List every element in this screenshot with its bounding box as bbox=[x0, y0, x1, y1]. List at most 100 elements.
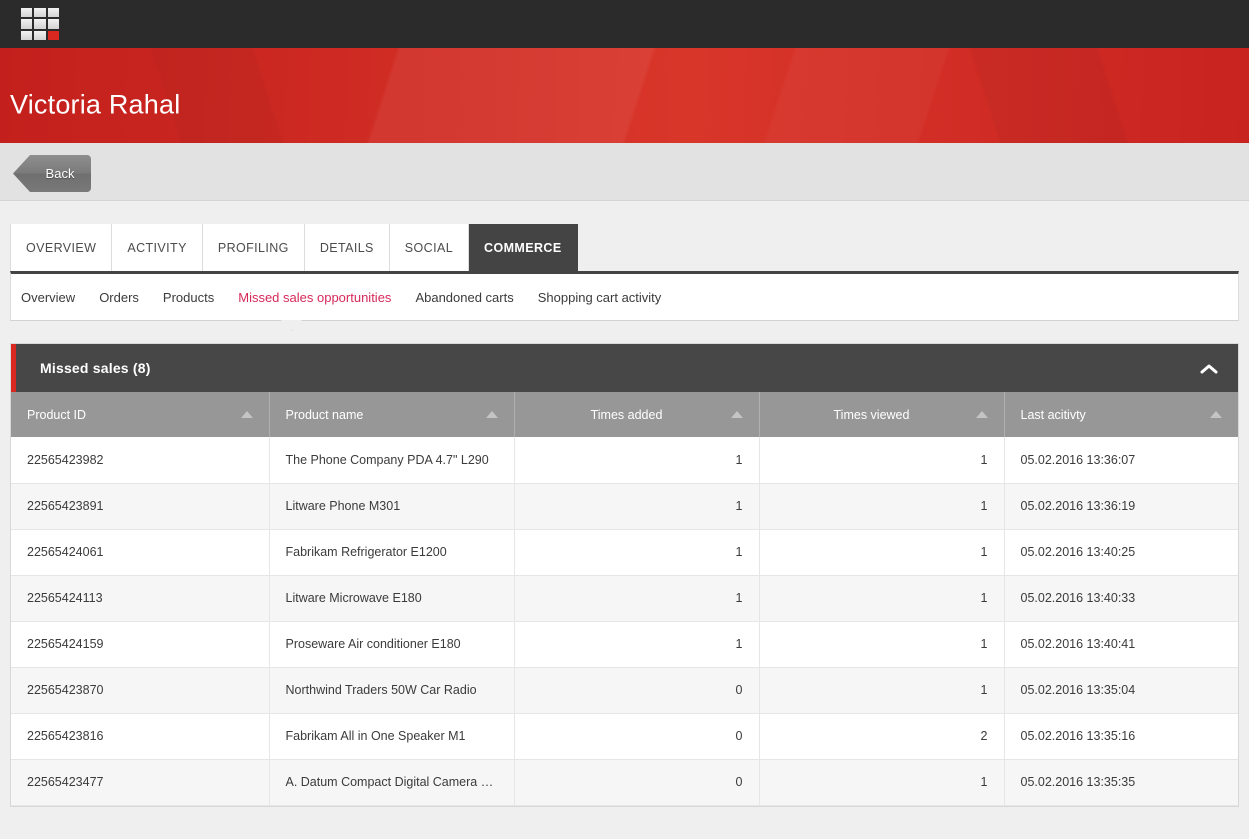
logo-cell bbox=[21, 30, 33, 40]
cell-product-name: Litware Microwave E180 bbox=[269, 575, 515, 622]
logo-cell bbox=[21, 19, 33, 29]
back-toolbar: Back bbox=[0, 143, 1249, 201]
column-header-times-added[interactable]: Times added bbox=[514, 392, 760, 437]
table-header-row: Product ID Product name Times added Times v… bbox=[11, 392, 1238, 437]
panel-title: Missed sales (8) bbox=[40, 360, 151, 376]
app-grid-logo[interactable] bbox=[21, 8, 59, 40]
cell-product-name: The Phone Company PDA 4.7" L290 bbox=[269, 437, 515, 484]
page-title: Victoria Rahal bbox=[10, 89, 181, 120]
table-row[interactable]: 22565423816 Fabrikam All in One Speaker M… bbox=[11, 713, 1238, 760]
sort-ascending-icon[interactable] bbox=[485, 411, 498, 418]
missed-sales-panel: Missed sales (8) Product ID Product name T… bbox=[10, 343, 1239, 807]
cell-times-added: 1 bbox=[514, 483, 760, 530]
cell-last-activity: 05.02.2016 13:40:25 bbox=[1004, 529, 1238, 576]
logo-cell bbox=[34, 30, 46, 40]
cell-times-viewed: 1 bbox=[759, 483, 1005, 530]
cell-product-name: A. Datum Compact Digital Camera … bbox=[269, 759, 515, 806]
tabs-region: OVERVIEW ACTIVITY PROFILING DETAILS SOCIAL CO… bbox=[0, 201, 1249, 331]
column-header-product-name[interactable]: Product name bbox=[269, 392, 515, 437]
tab-commerce[interactable]: COMMERCE bbox=[469, 224, 578, 271]
column-header-label: Times viewed bbox=[833, 407, 910, 422]
panel-header[interactable]: Missed sales (8) bbox=[11, 344, 1238, 392]
tab-bar: OVERVIEW ACTIVITY PROFILING DETAILS SOCIAL CO… bbox=[10, 224, 1239, 271]
cell-product-id: 22565423982 bbox=[11, 437, 270, 484]
cell-last-activity: 05.02.2016 13:35:16 bbox=[1004, 713, 1238, 760]
cell-last-activity: 05.02.2016 13:35:35 bbox=[1004, 759, 1238, 806]
subnav-item-orders[interactable]: Orders bbox=[99, 290, 139, 305]
page-banner: Victoria Rahal DASHBOARD > Contact bbox=[0, 48, 1249, 143]
subnav-item-shopping-cart-activity[interactable]: Shopping cart activity bbox=[538, 290, 662, 305]
sort-ascending-icon[interactable] bbox=[1210, 411, 1222, 418]
banner-pattern bbox=[0, 48, 1249, 143]
subnav-item-missed-sales-opportunities[interactable]: Missed sales opportunities bbox=[238, 290, 391, 305]
column-header-product-id[interactable]: Product ID bbox=[11, 392, 270, 437]
logo-cell bbox=[47, 19, 59, 29]
cell-product-name: Fabrikam Refrigerator E1200 bbox=[269, 529, 515, 576]
cell-product-name: Fabrikam All in One Speaker M1 bbox=[269, 713, 515, 760]
cell-product-id: 22565424159 bbox=[11, 621, 270, 668]
subnav-item-products[interactable]: Products bbox=[163, 290, 214, 305]
logo-cell-accent bbox=[47, 30, 59, 40]
cell-times-added: 1 bbox=[514, 529, 760, 576]
cell-product-id: 22565424113 bbox=[11, 575, 270, 622]
cell-times-added: 0 bbox=[514, 667, 760, 714]
cell-product-name: Proseware Air conditioner E180 bbox=[269, 621, 515, 668]
back-button[interactable]: Back bbox=[13, 155, 91, 192]
active-subnav-pointer-icon bbox=[281, 320, 302, 331]
cell-times-viewed: 1 bbox=[759, 621, 1005, 668]
cell-times-viewed: 1 bbox=[759, 437, 1005, 484]
sort-ascending-icon[interactable] bbox=[730, 411, 743, 418]
table-row[interactable]: 22565423870 Northwind Traders 50W Car Rad… bbox=[11, 667, 1238, 714]
cell-last-activity: 05.02.2016 13:36:19 bbox=[1004, 483, 1238, 530]
logo-cell bbox=[34, 19, 46, 29]
column-header-label: Times added bbox=[590, 407, 663, 422]
table-row[interactable]: 22565423891 Litware Phone M301 1 1 05.02.201… bbox=[11, 483, 1238, 530]
table-header: Product ID Product name Times added Times v… bbox=[11, 392, 1238, 437]
table-row[interactable]: 22565424061 Fabrikam Refrigerator E1200 1 1… bbox=[11, 529, 1238, 576]
cell-times-added: 1 bbox=[514, 575, 760, 622]
column-header-label: Last acitivty bbox=[1020, 407, 1086, 422]
cell-times-added: 0 bbox=[514, 713, 760, 760]
cell-times-added: 0 bbox=[514, 759, 760, 806]
cell-product-id: 22565423477 bbox=[11, 759, 270, 806]
cell-last-activity: 05.02.2016 13:36:07 bbox=[1004, 437, 1238, 484]
cell-times-viewed: 1 bbox=[759, 575, 1005, 622]
sort-ascending-icon[interactable] bbox=[240, 411, 253, 418]
cell-times-viewed: 1 bbox=[759, 529, 1005, 576]
cell-times-viewed: 2 bbox=[759, 713, 1005, 760]
tab-social[interactable]: SOCIAL bbox=[389, 224, 470, 271]
cell-product-id: 22565423870 bbox=[11, 667, 270, 714]
cell-times-added: 1 bbox=[514, 621, 760, 668]
logo-cell bbox=[21, 8, 33, 18]
top-bar bbox=[0, 0, 1249, 48]
subnav-item-abandoned-carts[interactable]: Abandoned carts bbox=[415, 290, 513, 305]
table-row[interactable]: 22565424159 Proseware Air conditioner E18… bbox=[11, 621, 1238, 668]
column-header-times-viewed[interactable]: Times viewed bbox=[759, 392, 1005, 437]
tab-overview[interactable]: OVERVIEW bbox=[10, 224, 113, 271]
chevron-up-icon[interactable] bbox=[1198, 357, 1220, 379]
logo-cell bbox=[34, 8, 46, 18]
tab-profiling[interactable]: PROFILING bbox=[202, 224, 305, 271]
cell-last-activity: 05.02.2016 13:35:04 bbox=[1004, 667, 1238, 714]
cell-product-name: Northwind Traders 50W Car Radio bbox=[269, 667, 515, 714]
tab-activity[interactable]: ACTIVITY bbox=[112, 224, 203, 271]
column-header-last-acitivty[interactable]: Last acitivty bbox=[1004, 392, 1238, 437]
table-row[interactable]: 22565423477 A. Datum Compact Digital Came… bbox=[11, 759, 1238, 806]
column-header-label: Product name bbox=[285, 407, 364, 422]
cell-last-activity: 05.02.2016 13:40:33 bbox=[1004, 575, 1238, 622]
sort-ascending-icon[interactable] bbox=[975, 411, 988, 418]
cell-product-name: Litware Phone M301 bbox=[269, 483, 515, 530]
logo-cell bbox=[47, 8, 59, 18]
cell-times-viewed: 1 bbox=[759, 667, 1005, 714]
subnav-item-overview[interactable]: Overview bbox=[21, 290, 75, 305]
table-row[interactable]: 22565423982 The Phone Company PDA 4.7" L2… bbox=[11, 437, 1238, 484]
sub-navigation-bar: Overview Orders Products Missed sales oppor… bbox=[10, 271, 1239, 331]
table-row[interactable]: 22565424113 Litware Microwave E180 1 1 05.02… bbox=[11, 575, 1238, 622]
tab-details[interactable]: DETAILS bbox=[304, 224, 390, 271]
table-body: 22565423982 The Phone Company PDA 4.7" L2… bbox=[11, 437, 1238, 806]
cell-product-id: 22565424061 bbox=[11, 529, 270, 576]
cell-times-viewed: 1 bbox=[759, 759, 1005, 806]
cell-product-id: 22565423891 bbox=[11, 483, 270, 530]
cell-times-added: 1 bbox=[514, 437, 760, 484]
cell-product-id: 22565423816 bbox=[11, 713, 270, 760]
